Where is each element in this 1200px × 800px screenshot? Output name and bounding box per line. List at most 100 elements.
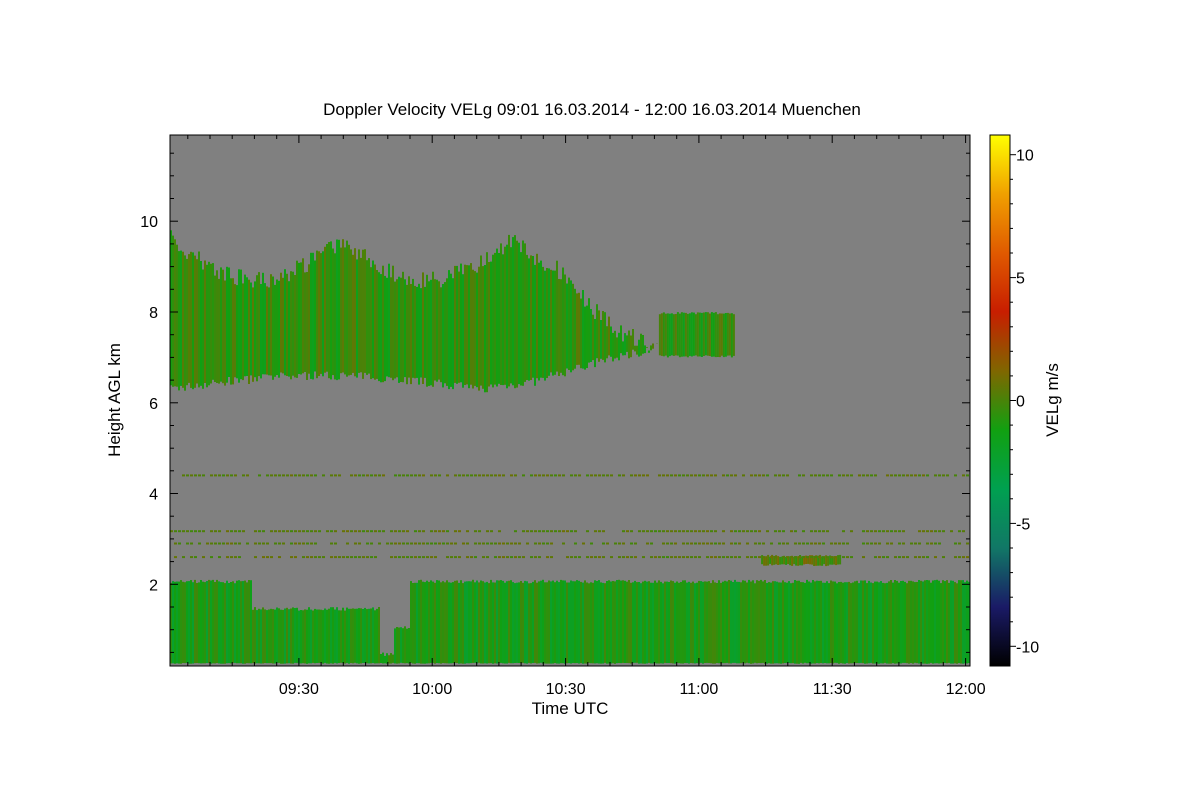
band-segment — [474, 542, 477, 545]
colorbar-tick-label: 0 — [1016, 394, 1025, 411]
velocity-column — [572, 283, 574, 371]
band-segment — [382, 530, 385, 533]
band-segment — [478, 530, 481, 533]
band-segment — [898, 556, 901, 559]
band-segment — [526, 542, 529, 545]
velocity-column — [610, 326, 612, 357]
velocity-column — [194, 255, 196, 388]
band-segment — [746, 542, 749, 545]
band-segment — [394, 530, 397, 533]
velocity-column — [452, 278, 454, 390]
velocity-column — [642, 581, 644, 664]
velocity-column — [564, 274, 566, 377]
band-segment — [258, 474, 261, 477]
velocity-column — [680, 312, 683, 357]
band-segment — [706, 556, 709, 559]
velocity-column — [460, 263, 462, 383]
band-segment — [898, 542, 901, 545]
velocity-column — [766, 583, 768, 664]
velocity-column — [252, 287, 254, 382]
band-segment — [894, 556, 897, 559]
velocity-column — [200, 261, 202, 386]
velocity-column — [246, 582, 248, 664]
band-segment — [710, 542, 713, 545]
velocity-column — [716, 583, 718, 663]
velocity-column — [232, 278, 234, 385]
band-segment — [714, 530, 717, 533]
velocity-column — [446, 278, 448, 386]
x-axis-label: Time UTC — [532, 699, 609, 718]
velocity-column — [602, 582, 604, 664]
band-segment — [238, 542, 241, 545]
band-segment — [834, 556, 837, 559]
band-segment — [514, 530, 517, 533]
velocity-column — [754, 583, 756, 663]
velocity-column — [562, 580, 564, 664]
band-segment — [878, 542, 881, 545]
band-segment — [538, 542, 541, 545]
band-segment — [522, 474, 525, 477]
band-segment — [558, 530, 561, 533]
velocity-column — [320, 253, 322, 374]
band-segment — [334, 542, 337, 545]
y-tick-label: 10 — [140, 214, 158, 231]
velocity-column — [394, 628, 396, 664]
band-segment — [702, 542, 705, 545]
band-segment — [938, 542, 941, 545]
band-segment — [794, 530, 797, 533]
velocity-column — [840, 581, 842, 664]
velocity-column — [956, 583, 958, 664]
velocity-column — [624, 580, 626, 663]
band-segment — [290, 556, 293, 559]
band-segment — [818, 556, 821, 559]
velocity-column — [324, 246, 326, 373]
velocity-column — [406, 284, 408, 385]
band-segment — [554, 530, 557, 533]
velocity-column — [440, 287, 442, 383]
velocity-column — [640, 333, 642, 356]
velocity-column — [450, 273, 452, 387]
band-segment — [938, 530, 941, 533]
velocity-column — [688, 313, 691, 356]
band-segment — [722, 530, 725, 533]
velocity-column — [624, 333, 626, 356]
velocity-column — [302, 258, 304, 374]
band-segment — [594, 530, 597, 533]
velocity-column — [728, 580, 730, 664]
velocity-column — [494, 252, 496, 385]
velocity-column — [558, 582, 560, 664]
velocity-column — [328, 242, 330, 379]
band-segment — [266, 542, 269, 545]
velocity-column — [594, 319, 596, 368]
velocity-column — [378, 272, 380, 382]
velocity-column — [572, 581, 574, 663]
band-segment — [574, 530, 577, 533]
band-segment — [266, 556, 269, 559]
band-segment — [318, 530, 321, 533]
velocity-column — [298, 262, 300, 374]
velocity-column — [368, 608, 370, 664]
band-segment — [662, 556, 665, 559]
band-segment — [338, 474, 341, 477]
velocity-column — [238, 580, 240, 664]
band-segment — [870, 530, 873, 533]
velocity-column — [544, 582, 546, 664]
velocity-column — [266, 286, 268, 375]
velocity-column — [364, 607, 366, 663]
band-segment — [502, 556, 505, 559]
velocity-column — [428, 581, 430, 664]
band-segment — [186, 542, 189, 545]
velocity-column — [514, 583, 516, 663]
band-segment — [774, 556, 777, 559]
velocity-column — [510, 580, 512, 664]
velocity-column — [574, 288, 576, 369]
velocity-column — [404, 626, 406, 664]
band-segment — [226, 556, 229, 559]
velocity-column — [276, 279, 278, 375]
band-segment — [774, 530, 777, 533]
velocity-column — [798, 580, 800, 664]
band-segment — [942, 530, 945, 533]
velocity-column — [576, 580, 578, 663]
band-segment — [298, 542, 301, 545]
velocity-column — [634, 580, 636, 663]
